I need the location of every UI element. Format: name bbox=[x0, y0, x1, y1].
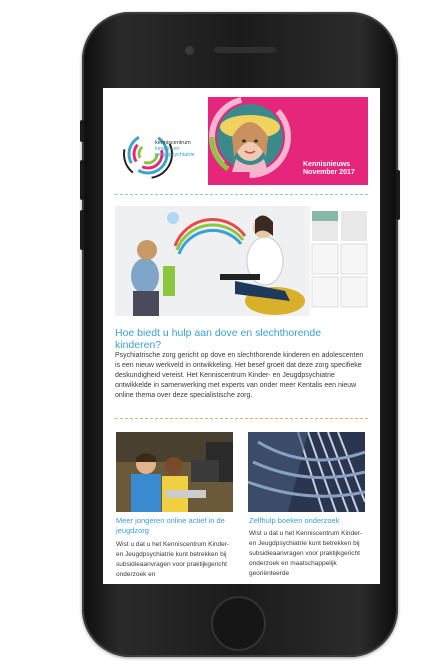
logo-line-3: jeugdpsychiatrie bbox=[155, 152, 195, 158]
children-computers-image bbox=[116, 432, 233, 512]
card-2-title[interactable]: Zelfhulp boeken onderzoek bbox=[249, 516, 369, 526]
card-1-title[interactable]: Meer jongeren online actief in de jeugdz… bbox=[116, 516, 234, 536]
card-1-image[interactable] bbox=[116, 432, 233, 512]
card-1-text: Wist u dat u het Kenniscentrum Kinder- e… bbox=[116, 541, 230, 578]
logo-text: kenniscentrum kinder- en jeugdpsychiatri… bbox=[155, 140, 195, 158]
front-camera bbox=[185, 46, 194, 55]
hero-image[interactable] bbox=[115, 206, 368, 316]
article-body: Psychiatrische zorg gericht op dove en s… bbox=[115, 352, 364, 399]
header-banner: Kennisnieuws November 2017 bbox=[208, 97, 368, 185]
issue-title-line-1: Kennisnieuws bbox=[303, 161, 351, 168]
card-2-image[interactable] bbox=[248, 432, 365, 512]
divider bbox=[115, 418, 368, 419]
speaker-grille bbox=[214, 47, 276, 53]
power-button bbox=[396, 170, 400, 220]
mute-switch bbox=[80, 120, 84, 142]
divider bbox=[115, 194, 368, 195]
volume-down-button bbox=[80, 210, 84, 250]
card-2-text: Wist u dat u het Kenniscentrum Kinder- e… bbox=[249, 530, 363, 577]
issue-title: Kennisnieuws November 2017 bbox=[303, 161, 355, 177]
article-headline[interactable]: Hoe biedt u hulp aan dove en slechthoren… bbox=[115, 327, 370, 351]
issue-title-line-2: November 2017 bbox=[303, 169, 355, 176]
home-button[interactable] bbox=[211, 596, 266, 651]
library-shelves-image bbox=[248, 432, 365, 512]
therapy-session-image bbox=[115, 206, 368, 316]
kenniscentrum-logo[interactable]: kenniscentrum kinder- en jeugdpsychiatri… bbox=[103, 97, 208, 185]
volume-up-button bbox=[80, 160, 84, 200]
phone-screen: kenniscentrum kinder- en jeugdpsychiatri… bbox=[103, 88, 380, 584]
